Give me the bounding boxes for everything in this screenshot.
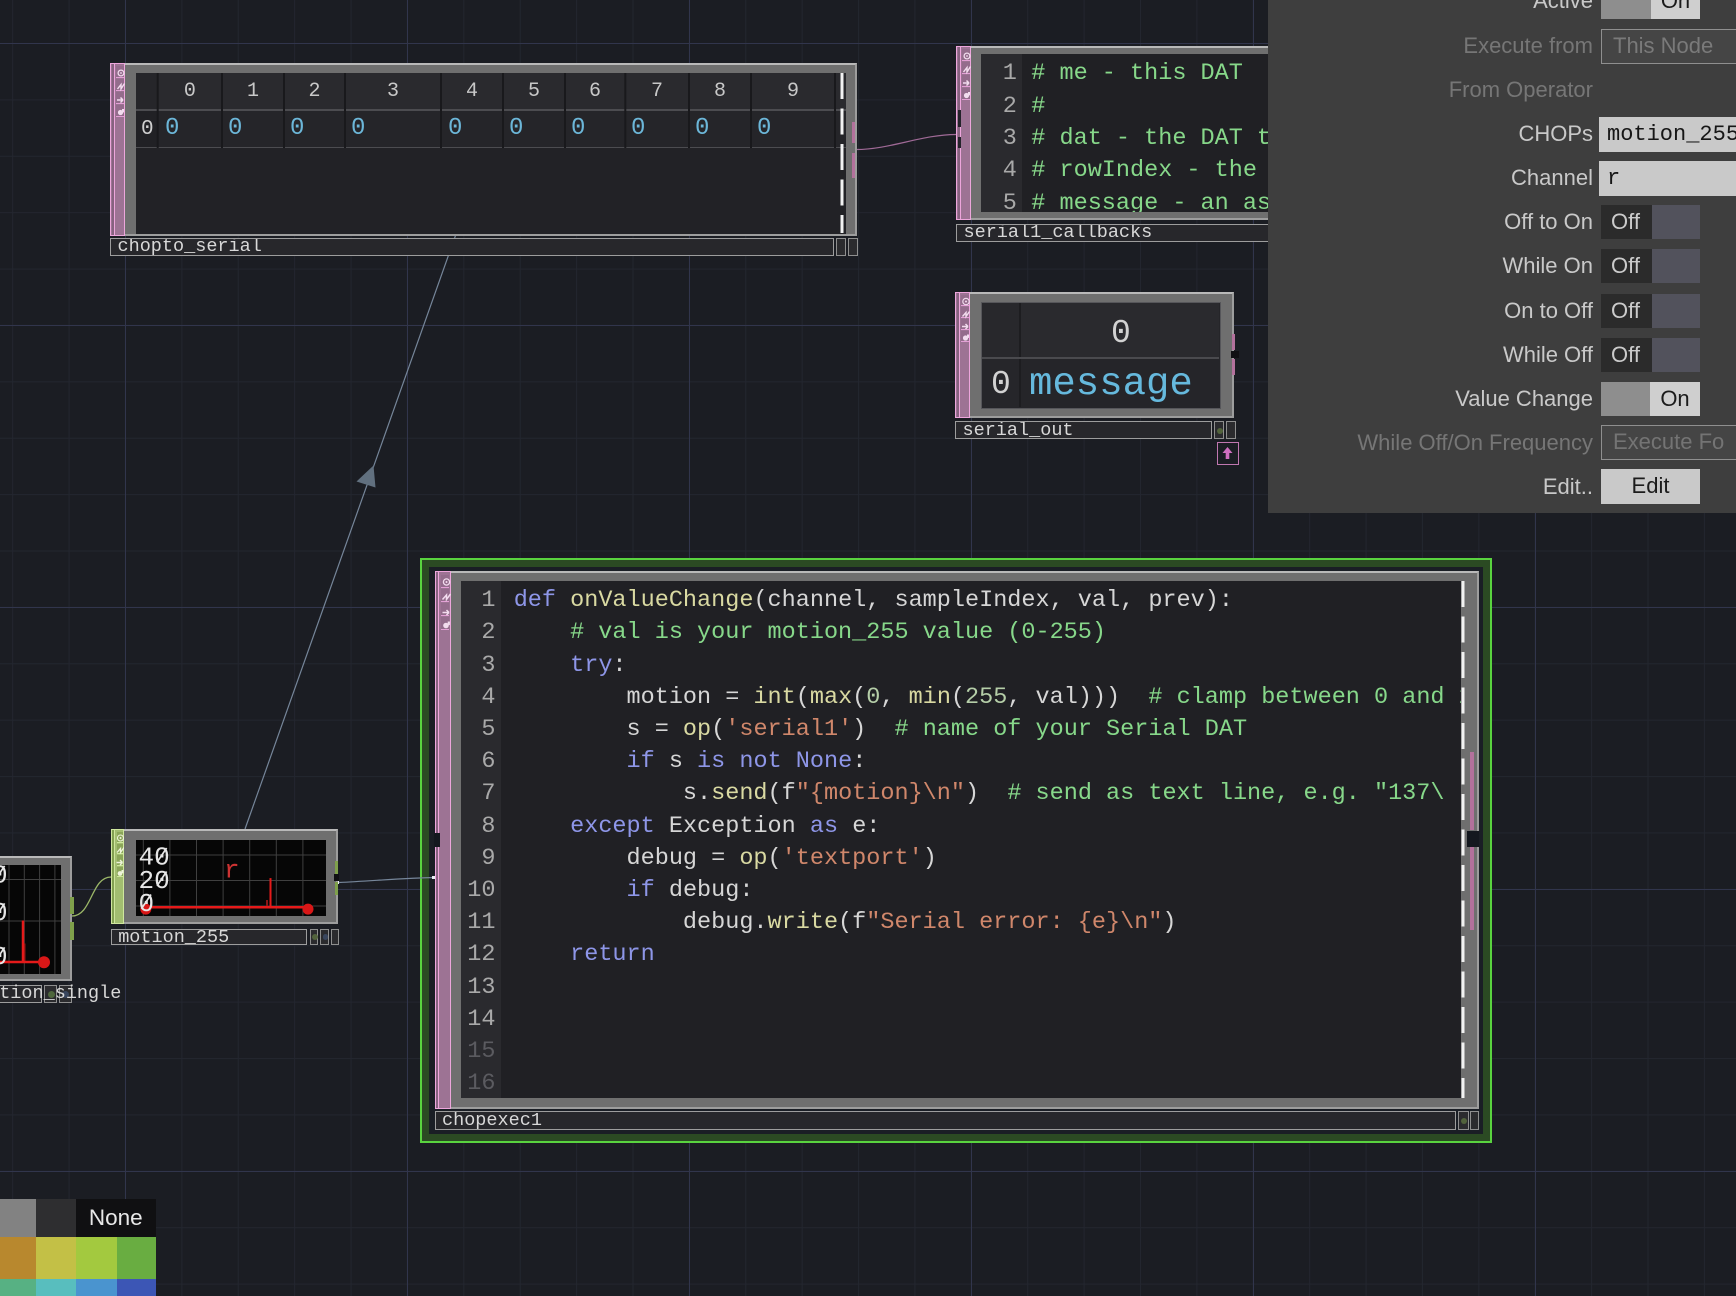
svg-text:r: r <box>224 855 240 885</box>
svg-text:0: 0 <box>0 898 8 928</box>
svg-text:0: 0 <box>0 865 8 891</box>
svg-text:0: 0 <box>0 942 8 972</box>
